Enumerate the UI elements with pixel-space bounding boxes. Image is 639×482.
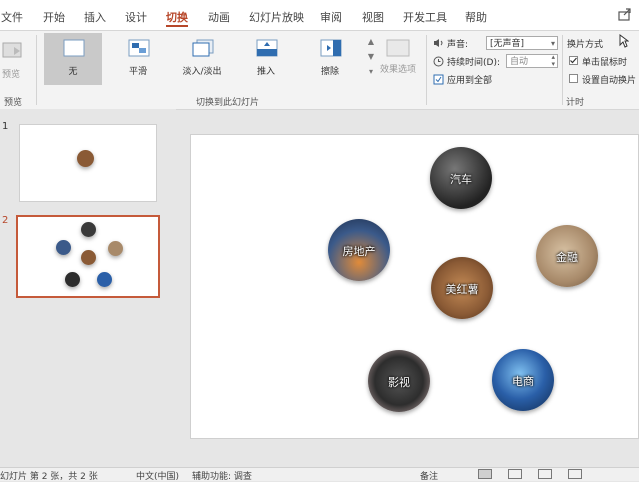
circle-label: 汽车 — [450, 173, 472, 186]
duration-input[interactable]: 自动 ▴ ▾ — [506, 54, 558, 68]
transition-fade[interactable]: 淡入/淡出 — [173, 33, 231, 85]
apply-all-button[interactable]: 应用到全部 — [447, 73, 492, 86]
language-indicator[interactable]: 中文(中国) — [136, 469, 179, 482]
gallery-up-button[interactable]: ▲ — [366, 35, 376, 48]
divider — [36, 35, 37, 105]
transition-none[interactable]: 无 — [44, 33, 102, 85]
slide-thumbnails-panel: 1 2 — [0, 109, 176, 467]
thumb-circle — [56, 240, 71, 255]
fade-transition-icon — [192, 39, 214, 57]
transition-label: 推入 — [256, 67, 275, 77]
tab-help[interactable]: 帮助 — [465, 9, 487, 25]
tab-file[interactable]: 文件 — [1, 9, 23, 25]
slide-canvas[interactable]: 汽车 房地产 金融 美红薯 影视 电商 — [190, 134, 639, 439]
tab-slideshow[interactable]: 幻灯片放映 — [249, 9, 304, 25]
transition-label: 无 — [68, 67, 78, 77]
slide-count: 幻灯片 第 2 张，共 2 张 — [0, 472, 98, 482]
sound-select[interactable]: [无声音] ▾ — [486, 36, 558, 50]
mouse-pointer-icon — [619, 34, 629, 48]
checkmark-icon — [570, 57, 577, 64]
slide-number: 1 — [2, 121, 9, 132]
transition-label: 平滑 — [128, 67, 147, 77]
group-transitions-label: 切换到此幻灯片 — [196, 98, 260, 108]
tab-design[interactable]: 设计 — [125, 9, 147, 25]
spinner-icon: ▴ ▾ — [551, 53, 555, 68]
thumb-circle — [77, 150, 94, 167]
slide-thumbnail-1[interactable] — [19, 124, 157, 202]
circle-ecommerce[interactable]: 电商 — [492, 349, 554, 411]
status-bar: 幻灯片 第 2 张，共 2 张 中文(中国) 辅助功能: 调查 备注 — [0, 467, 639, 482]
on-click-label: 单击鼠标时 — [582, 58, 628, 68]
circle-car[interactable]: 汽车 — [430, 147, 492, 209]
circle-label: 金融 — [556, 251, 578, 264]
tab-review[interactable]: 审阅 — [320, 9, 342, 25]
tab-view[interactable]: 视图 — [362, 9, 384, 25]
tab-home[interactable]: 开始 — [43, 9, 65, 25]
transition-morph[interactable]: 平滑 — [109, 33, 167, 85]
duration-label: 持续时间(D): — [447, 58, 500, 68]
thumb-circle — [65, 272, 80, 287]
effect-options-icon — [386, 39, 410, 57]
circle-finance[interactable]: 金融 — [536, 225, 598, 287]
transition-push[interactable]: 推入 — [237, 33, 295, 85]
tab-transitions[interactable]: 切换 — [166, 9, 188, 27]
reading-view-icon[interactable] — [538, 469, 552, 479]
preview-button[interactable]: 预览 — [0, 35, 28, 81]
gallery-more-button[interactable]: ▾ — [366, 65, 376, 78]
effect-options-button[interactable]: 效果选项 — [380, 35, 420, 85]
circle-label: 美红薯 — [445, 283, 479, 296]
on-click-checkbox[interactable] — [569, 56, 578, 65]
tab-animations[interactable]: 动画 — [208, 9, 230, 25]
circle-label: 影视 — [388, 376, 410, 389]
circle-label: 房地产 — [342, 245, 376, 258]
transition-label: 擦除 — [320, 67, 339, 77]
share-icon[interactable] — [617, 6, 633, 22]
sound-value: [无声音] — [490, 39, 525, 49]
circle-label: 电商 — [512, 375, 534, 388]
push-transition-icon — [256, 39, 278, 57]
group-preview-label: 预览 — [4, 98, 23, 108]
thumb-circle — [108, 241, 123, 256]
apply-all-icon — [433, 74, 444, 85]
thumb-circle — [97, 272, 112, 287]
transition-label: 淡入/淡出 — [182, 67, 222, 77]
duration-value: 自动 — [510, 57, 529, 67]
ribbon-transitions: 预览 预览 无 平滑 淡入/淡出 推入 擦除 ▲ ▼ ▾ 效果选项 切换到此幻灯… — [0, 30, 639, 110]
sound-label: 声音: — [447, 40, 469, 50]
circle-sweet-potato[interactable]: 美红薯 — [431, 257, 493, 319]
auto-advance-checkbox[interactable] — [569, 74, 578, 83]
group-timing-label: 计时 — [566, 98, 585, 108]
sound-icon — [434, 39, 443, 47]
slideshow-icon[interactable] — [568, 469, 582, 479]
tab-insert[interactable]: 插入 — [84, 9, 106, 25]
thumb-circle — [81, 222, 96, 237]
circle-film[interactable]: 影视 — [368, 350, 430, 412]
gallery-down-button[interactable]: ▼ — [366, 50, 376, 63]
transition-wipe[interactable]: 擦除 — [301, 33, 359, 85]
ribbon-tabs: 文件 开始 插入 设计 切换 动画 幻灯片放映 审阅 视图 开发工具 帮助 — [0, 0, 639, 30]
chevron-down-icon: ▾ — [550, 39, 555, 48]
slide-number: 2 — [2, 215, 9, 226]
normal-view-icon[interactable] — [478, 469, 492, 479]
clock-icon — [433, 56, 444, 67]
divider — [426, 35, 427, 105]
notes-button[interactable]: 备注 — [420, 469, 438, 482]
tab-developer[interactable]: 开发工具 — [403, 9, 447, 25]
morph-transition-icon — [128, 39, 150, 57]
accessibility-status[interactable]: 辅助功能: 调查 — [192, 469, 252, 482]
slide-sorter-icon[interactable] — [508, 469, 522, 479]
circle-real-estate[interactable]: 房地产 — [328, 219, 390, 281]
divider — [562, 35, 563, 105]
thumb-circle — [81, 250, 96, 265]
preview-icon — [2, 42, 22, 58]
preview-label: 预览 — [2, 70, 21, 80]
slide-thumbnail-2[interactable] — [16, 215, 160, 298]
advance-slide-label: 换片方式 — [567, 40, 604, 50]
none-transition-icon — [63, 39, 85, 57]
effect-options-label: 效果选项 — [380, 65, 417, 75]
auto-advance-label: 设置自动换片 — [582, 76, 637, 86]
wipe-transition-icon — [320, 39, 342, 57]
